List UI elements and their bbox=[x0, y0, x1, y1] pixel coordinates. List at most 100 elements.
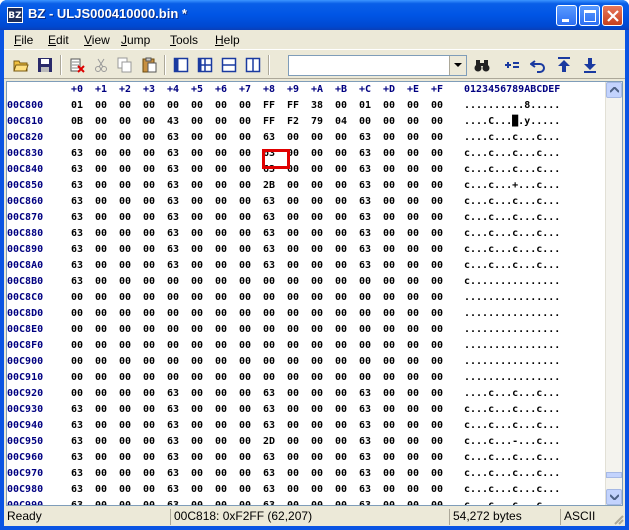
hex-byte[interactable]: 00 bbox=[335, 210, 347, 226]
hex-byte[interactable]: 00 bbox=[335, 322, 347, 338]
hex-byte[interactable]: 00 bbox=[407, 274, 419, 290]
hex-byte[interactable]: 00 bbox=[431, 162, 443, 178]
hex-byte[interactable]: 2B bbox=[263, 178, 275, 194]
hex-byte[interactable]: 00 bbox=[215, 162, 227, 178]
hex-byte[interactable]: 00 bbox=[263, 274, 275, 290]
hex-byte[interactable]: 00 bbox=[191, 418, 203, 434]
hex-byte[interactable]: 00 bbox=[143, 322, 155, 338]
hex-byte[interactable]: 00 bbox=[407, 242, 419, 258]
hex-byte[interactable]: 00 bbox=[431, 306, 443, 322]
hex-byte[interactable]: 00 bbox=[383, 258, 395, 274]
hex-byte[interactable]: 00 bbox=[119, 402, 131, 418]
hex-byte[interactable]: 00 bbox=[167, 306, 179, 322]
hex-byte[interactable]: 63 bbox=[263, 242, 275, 258]
hex-byte[interactable]: 00 bbox=[191, 466, 203, 482]
hex-byte[interactable]: 00 bbox=[239, 98, 251, 114]
hex-byte[interactable]: 00 bbox=[239, 114, 251, 130]
ascii-text[interactable]: ................ bbox=[464, 354, 560, 370]
view-single-icon[interactable] bbox=[170, 54, 192, 76]
hex-byte[interactable]: 00 bbox=[119, 210, 131, 226]
hex-byte[interactable]: 00 bbox=[239, 322, 251, 338]
hex-byte[interactable]: 00 bbox=[191, 162, 203, 178]
hex-byte[interactable]: 00 bbox=[95, 386, 107, 402]
hex-byte[interactable]: 00 bbox=[215, 242, 227, 258]
hex-byte[interactable]: 00 bbox=[95, 274, 107, 290]
hex-byte[interactable]: 00 bbox=[311, 450, 323, 466]
hex-byte[interactable]: 00 bbox=[287, 242, 299, 258]
hex-byte[interactable]: 00 bbox=[239, 482, 251, 498]
hex-byte[interactable]: 00 bbox=[287, 290, 299, 306]
hex-byte[interactable]: 00 bbox=[71, 306, 83, 322]
hex-byte[interactable]: 63 bbox=[71, 450, 83, 466]
hex-byte[interactable]: 00 bbox=[167, 322, 179, 338]
hex-byte[interactable]: 00 bbox=[119, 466, 131, 482]
ascii-text[interactable]: c...c...c...c... bbox=[464, 146, 560, 162]
hex-byte[interactable]: F2 bbox=[287, 114, 299, 130]
hex-byte[interactable]: 63 bbox=[167, 226, 179, 242]
hex-byte[interactable]: 63 bbox=[71, 434, 83, 450]
hex-byte[interactable]: 00 bbox=[431, 338, 443, 354]
hex-byte[interactable]: 63 bbox=[359, 418, 371, 434]
hex-byte[interactable]: 00 bbox=[143, 354, 155, 370]
hex-byte[interactable]: 00 bbox=[407, 434, 419, 450]
hex-byte[interactable]: 00 bbox=[287, 338, 299, 354]
ascii-text[interactable]: c...c...-...c... bbox=[464, 434, 560, 450]
hex-byte[interactable]: 63 bbox=[263, 450, 275, 466]
hex-byte[interactable]: 00 bbox=[95, 162, 107, 178]
hex-byte[interactable]: 00 bbox=[191, 386, 203, 402]
hex-byte[interactable]: 63 bbox=[263, 386, 275, 402]
hex-byte[interactable]: 00 bbox=[407, 498, 419, 505]
cut-delete-icon[interactable] bbox=[66, 54, 88, 76]
hex-byte[interactable]: 00 bbox=[215, 402, 227, 418]
hex-byte[interactable]: 00 bbox=[383, 210, 395, 226]
hex-byte[interactable]: 00 bbox=[95, 258, 107, 274]
hex-byte[interactable]: 00 bbox=[407, 466, 419, 482]
hex-byte[interactable]: 63 bbox=[71, 402, 83, 418]
hex-byte[interactable]: 00 bbox=[95, 466, 107, 482]
hex-byte[interactable]: 00 bbox=[119, 114, 131, 130]
hex-byte[interactable]: 63 bbox=[359, 130, 371, 146]
ascii-text[interactable]: c...c...c...c... bbox=[464, 194, 560, 210]
hex-byte[interactable]: 00 bbox=[383, 418, 395, 434]
hex-byte[interactable]: 00 bbox=[191, 434, 203, 450]
search-combo[interactable] bbox=[288, 55, 467, 76]
menu-file[interactable]: File bbox=[10, 32, 37, 48]
hex-byte[interactable]: 00 bbox=[383, 146, 395, 162]
hex-byte[interactable]: 00 bbox=[143, 258, 155, 274]
hex-byte[interactable]: 00 bbox=[335, 482, 347, 498]
hex-byte[interactable]: 00 bbox=[143, 482, 155, 498]
hex-byte[interactable]: 00 bbox=[239, 290, 251, 306]
hex-byte[interactable]: 00 bbox=[239, 210, 251, 226]
hex-byte[interactable]: 00 bbox=[431, 466, 443, 482]
hex-byte[interactable]: 00 bbox=[215, 114, 227, 130]
hex-byte[interactable]: 00 bbox=[191, 194, 203, 210]
hex-byte[interactable]: 00 bbox=[407, 322, 419, 338]
ascii-text[interactable]: c...c...c...c... bbox=[464, 482, 560, 498]
hex-byte[interactable]: 00 bbox=[95, 434, 107, 450]
hex-byte[interactable]: 00 bbox=[239, 354, 251, 370]
ascii-text[interactable]: ..........8..... bbox=[464, 98, 560, 114]
hex-byte[interactable]: 00 bbox=[215, 178, 227, 194]
hex-byte[interactable]: 63 bbox=[167, 466, 179, 482]
hex-byte[interactable]: 00 bbox=[311, 178, 323, 194]
hex-byte[interactable]: 63 bbox=[167, 210, 179, 226]
ascii-text[interactable]: c...c...+...c... bbox=[464, 178, 560, 194]
hex-byte[interactable]: 00 bbox=[383, 242, 395, 258]
hex-byte[interactable]: 00 bbox=[215, 290, 227, 306]
combo-dropdown-button[interactable] bbox=[449, 56, 466, 75]
hex-byte[interactable]: 00 bbox=[143, 242, 155, 258]
hex-byte[interactable]: 00 bbox=[335, 434, 347, 450]
hex-byte[interactable]: 00 bbox=[239, 258, 251, 274]
hex-byte[interactable]: 63 bbox=[359, 226, 371, 242]
hex-byte[interactable]: 00 bbox=[431, 258, 443, 274]
hex-byte[interactable]: 00 bbox=[95, 98, 107, 114]
hex-byte[interactable]: 00 bbox=[431, 386, 443, 402]
hex-byte[interactable]: 00 bbox=[407, 178, 419, 194]
hex-byte[interactable]: 00 bbox=[167, 274, 179, 290]
title-bar[interactable]: BZ BZ - ULJS000410000.bin * bbox=[0, 0, 629, 30]
hex-byte[interactable]: 43 bbox=[167, 114, 179, 130]
hex-byte[interactable]: 00 bbox=[311, 258, 323, 274]
hex-byte[interactable]: 00 bbox=[95, 482, 107, 498]
hex-byte[interactable]: 00 bbox=[311, 466, 323, 482]
hex-byte[interactable]: 00 bbox=[335, 402, 347, 418]
